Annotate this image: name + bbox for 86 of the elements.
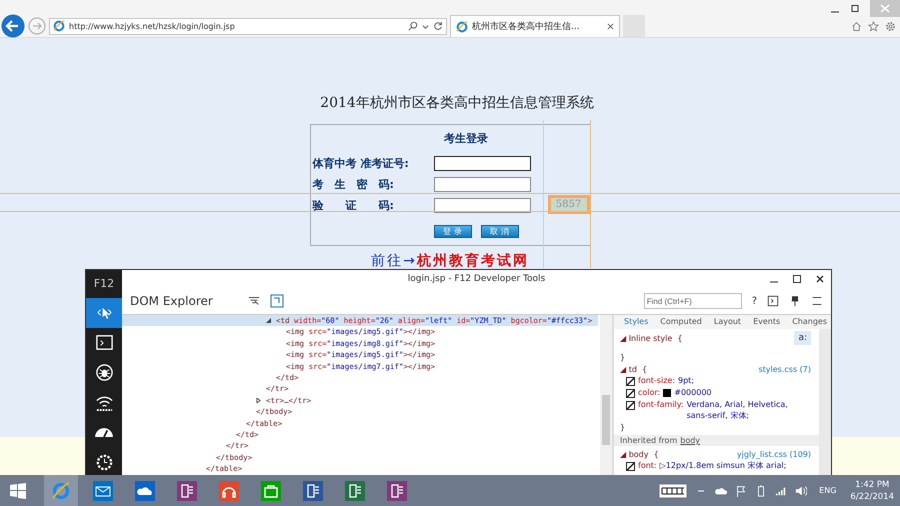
bug-icon (94, 363, 114, 382)
property-value: 9pt; (678, 375, 694, 386)
inherited-label: Inherited from (620, 436, 678, 445)
maximize-icon[interactable] (850, 4, 860, 14)
property-checkbox[interactable] (626, 401, 635, 410)
app-tile-icon (219, 480, 239, 500)
tool-label: F12 (94, 276, 114, 292)
maximize-icon[interactable] (792, 274, 802, 284)
rule-close: } (620, 352, 626, 362)
property-name: color: (638, 387, 660, 398)
find-field[interactable]: Find (Ctrl+F) (644, 293, 742, 309)
help-button[interactable]: ? (752, 296, 757, 306)
address-bar[interactable]: http://www.hzjyks.net/hzsk/login/login.jsp (49, 18, 447, 34)
property-name: font-size: (638, 375, 676, 386)
star-icon[interactable] (868, 20, 879, 32)
styles-tab[interactable]: Layout (714, 317, 742, 326)
property-name: font-family: (638, 399, 684, 410)
app-tile-icon (93, 480, 113, 500)
input-field[interactable] (434, 156, 530, 171)
property-value: #000000 (674, 387, 712, 398)
tool-dom-tab[interactable] (86, 298, 122, 328)
app-tile-icon (261, 480, 281, 500)
input-language[interactable]: ENG (819, 486, 836, 495)
flag-icon[interactable] (735, 484, 748, 496)
select-element-icon[interactable] (270, 294, 284, 308)
signal-icon[interactable] (775, 484, 788, 496)
keyboard-icon[interactable] (659, 484, 688, 498)
property-value: ▷12px/1.8em simsun 宋体 arial; (660, 460, 786, 471)
gauge-icon (95, 427, 113, 438)
menu-icon[interactable] (811, 295, 823, 307)
styles-tab[interactable]: Events (753, 317, 780, 326)
settings-icon[interactable] (885, 20, 896, 32)
input-field[interactable] (434, 177, 530, 192)
source-link[interactable]: styles.css (7) (758, 364, 811, 374)
close-icon[interactable] (815, 274, 825, 284)
field-label: 考 生 密 码: (312, 177, 395, 192)
start-icon[interactable] (8, 480, 28, 500)
app-tile-icon (345, 480, 365, 500)
pin-icon[interactable] (789, 295, 801, 307)
app-tile-icon (135, 480, 155, 500)
property-checkbox[interactable] (626, 377, 635, 386)
property-checkbox[interactable] (626, 389, 635, 398)
app-tile-icon (303, 480, 323, 500)
pseudo-state-toggle[interactable]: a: (794, 331, 811, 345)
rule-selector: ◢ body { (620, 450, 659, 458)
property-checkbox[interactable] (626, 462, 635, 471)
styles-tab[interactable]: Computed (660, 317, 702, 326)
input-field[interactable] (434, 198, 530, 213)
dropdown-caret-icon[interactable] (422, 22, 429, 30)
console-toggle-icon[interactable] (767, 295, 779, 307)
browser-tab[interactable]: 杭州市区各类高中招生信... (450, 15, 620, 37)
browser-logo-icon (53, 20, 65, 32)
panel-title: DOM Explorer (130, 294, 213, 308)
property-value: Verdana, Arial, Helvetica, sans-serif, 宋体; (686, 399, 789, 421)
property-name: font: (638, 460, 657, 471)
refresh-icon[interactable] (433, 21, 443, 31)
app-tile-icon (177, 480, 197, 500)
captcha-image: 5857 (548, 195, 590, 214)
clock[interactable]: 1:42 PM 6/22/2014 (850, 478, 894, 502)
page-title: 2014年杭州市区各类高中招生信息管理系统 (320, 94, 594, 112)
expanded-triangle-icon[interactable] (266, 318, 271, 324)
inline-style-rule: ◢ Inline style { (620, 334, 682, 342)
back-button-icon[interactable] (1, 14, 25, 38)
source-link[interactable]: yjgly_list.css (109) (736, 450, 811, 458)
devtools-title: login.jsp - F12 Developer Tools (408, 274, 546, 284)
browser-logo-icon (456, 20, 468, 32)
search-icon[interactable] (408, 21, 418, 31)
app-tile-icon (387, 480, 407, 500)
styles-tab[interactable]: Styles (624, 317, 648, 326)
field-label: 体育中考 准考证号: (312, 156, 410, 171)
volume-icon[interactable] (795, 484, 808, 496)
filter-icon[interactable] (248, 295, 260, 307)
link-prefix: 前往→ (371, 252, 417, 270)
console-icon (94, 333, 114, 352)
rule-close: } (620, 422, 626, 432)
home-icon[interactable] (851, 20, 862, 32)
login-heading: 考生登录 (443, 131, 489, 146)
collapsed-triangle-icon[interactable] (256, 398, 261, 403)
gear-clock-icon (94, 452, 114, 472)
rule-selector: ◢ td { (620, 364, 648, 374)
field-label: 验 证 码: (312, 198, 395, 213)
close-tab-icon[interactable] (607, 23, 614, 30)
browser-logo-icon (51, 480, 71, 500)
site-link[interactable]: 杭州教育考试网 (416, 252, 529, 270)
inherited-source-link[interactable]: body (680, 436, 700, 445)
styles-tab[interactable]: Changes (792, 317, 827, 326)
